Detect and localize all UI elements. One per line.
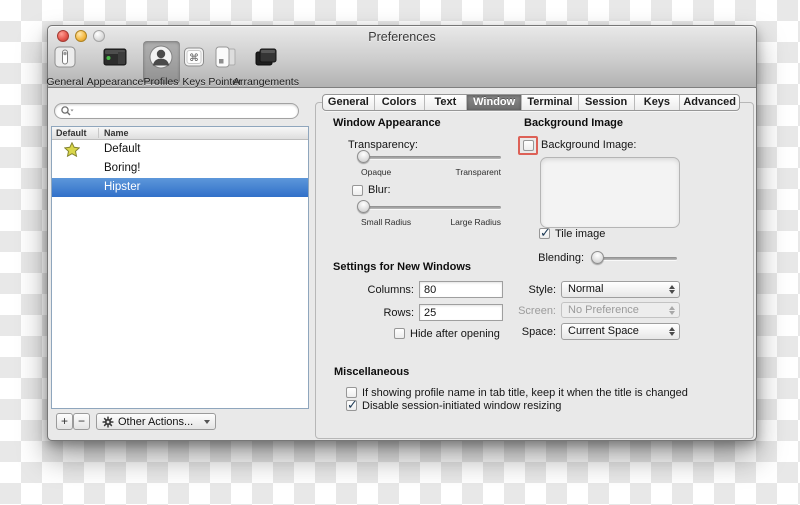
blending-slider-knob[interactable] [591, 251, 604, 264]
search-input[interactable] [76, 105, 298, 117]
blur-slider-knob[interactable] [357, 200, 370, 213]
blending-slider[interactable] [591, 251, 677, 264]
gear-icon [102, 415, 114, 428]
background-image-heading: Background Image [524, 117, 624, 129]
transparency-slider-knob[interactable] [357, 150, 370, 163]
blur-checkbox[interactable] [352, 185, 363, 196]
tab-colors[interactable]: Colors [373, 95, 424, 110]
blur-slider[interactable] [357, 200, 501, 213]
transparent-desktop-background: Preferences General Appearance Profiles [0, 0, 800, 505]
style-popup-value: Normal [568, 283, 604, 295]
column-divider [98, 128, 99, 138]
profile-name: Boring! [104, 162, 141, 174]
transparency-label: Transparency: [348, 139, 418, 151]
table-row-boring[interactable]: Boring! [52, 159, 308, 178]
popup-stepper-icon [669, 285, 675, 294]
toolbar-item-arrangements[interactable]: Arrangements [221, 44, 311, 88]
window-appearance-heading: Window Appearance [333, 117, 441, 129]
disable-resizing-checkbox[interactable]: ✓ [346, 397, 358, 412]
tab-advanced[interactable]: Advanced [679, 95, 739, 110]
tab-keys[interactable]: Keys [633, 95, 680, 110]
screen-label: Screen: [518, 305, 556, 317]
tab-text[interactable]: Text [423, 95, 467, 110]
tab-window[interactable]: Window [466, 95, 522, 110]
profile-name: Hipster [104, 181, 141, 193]
checkmark-icon: ✓ [347, 397, 358, 412]
preferences-window: Preferences General Appearance Profiles [46, 25, 757, 441]
column-header-default[interactable]: Default [56, 127, 87, 139]
style-popup[interactable]: Normal [561, 281, 680, 298]
screen-popup-value: No Preference [568, 304, 639, 316]
blur-max-label: Large Radius [450, 217, 501, 227]
dropdown-arrow-icon [204, 419, 210, 424]
disable-resizing-label: Disable session-initiated window resizin… [362, 400, 562, 412]
popup-stepper-icon [669, 327, 675, 336]
search-field[interactable] [54, 103, 299, 119]
tile-image-checkbox[interactable]: ✓ [539, 225, 551, 240]
popup-stepper-icon [669, 306, 675, 315]
table-row-hipster-selected[interactable]: Hipster [52, 178, 308, 197]
new-windows-heading: Settings for New Windows [333, 261, 472, 273]
background-image-checkbox[interactable] [523, 140, 534, 151]
transparency-slider[interactable] [357, 150, 501, 163]
tab-session[interactable]: Session [577, 95, 634, 110]
tile-image-label: Tile image [555, 228, 606, 240]
remove-profile-button[interactable]: − [73, 413, 90, 430]
checkmark-icon: ✓ [540, 225, 551, 240]
tab-general[interactable]: General [323, 95, 374, 110]
profile-name-tab-title-label: If showing profile name in tab title, ke… [362, 387, 688, 399]
profiles-list-header[interactable]: Default Name [52, 127, 308, 140]
tab-terminal[interactable]: Terminal [521, 95, 578, 110]
miscellaneous-heading: Miscellaneous [334, 366, 410, 378]
title-bar[interactable]: Preferences General Appearance Profiles [46, 26, 756, 88]
blur-label: Blur: [368, 184, 391, 196]
transparency-max-label: Transparent [455, 167, 501, 177]
add-profile-button[interactable]: + [56, 413, 73, 430]
profile-name: Default [104, 143, 141, 155]
column-header-name[interactable]: Name [104, 127, 129, 139]
hide-after-opening-checkbox[interactable] [394, 328, 405, 339]
style-label: Style: [528, 284, 556, 296]
screen-popup: No Preference [561, 302, 680, 318]
space-label: Space: [521, 326, 556, 338]
space-popup[interactable]: Current Space [561, 323, 680, 340]
table-row-default[interactable]: Default [52, 140, 308, 159]
other-actions-label: Other Actions... [118, 415, 194, 428]
other-actions-button[interactable]: Other Actions... [96, 413, 216, 430]
rows-label: Rows: [383, 307, 414, 319]
profiles-list[interactable]: Default Name Default Boring! Hipster [51, 126, 309, 409]
hide-after-opening-label: Hide after opening [410, 328, 500, 340]
tab-bar: General Colors Text Window Terminal Sess… [322, 94, 740, 111]
background-image-label: Background Image: [541, 139, 637, 151]
arrangements-icon [253, 44, 279, 70]
transparency-min-label: Opaque [361, 167, 392, 177]
blending-label: Blending: [538, 252, 584, 264]
background-image-well[interactable] [540, 157, 680, 228]
space-popup-value: Current Space [568, 325, 639, 337]
columns-label: Columns: [367, 284, 414, 296]
search-icon [60, 105, 74, 117]
blur-min-label: Small Radius [361, 217, 412, 227]
